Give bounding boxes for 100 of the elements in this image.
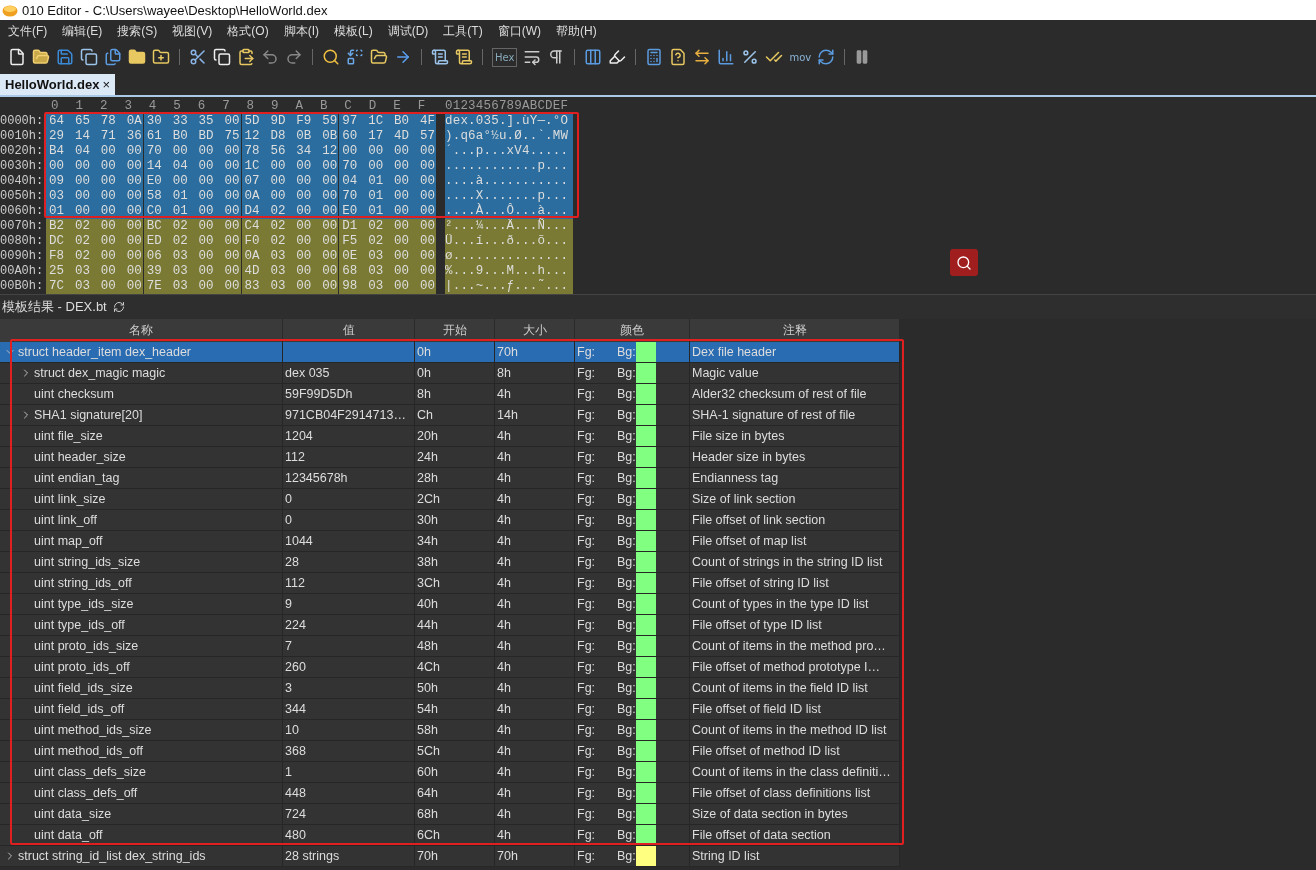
value-cell: 112 <box>283 573 415 593</box>
start-cell: 40h <box>415 594 495 614</box>
template-row[interactable]: SHA1 signature[20] 971CB04F2914713… Ch 14h Fg: Bg: SHA-1 signature of rest of file <box>0 405 900 426</box>
script-icon[interactable] <box>431 48 449 66</box>
value-cell: dex 035 <box>283 363 415 383</box>
template-row[interactable]: struct string_id_list dex_string_ids 28 strings 70h 70h Fg: Bg: String ID list <box>0 846 900 867</box>
template-row[interactable]: uint field_ids_size 3 50h 4h Fg: Bg: Count of items in the field ID list <box>0 678 900 699</box>
fg-label: Fg: <box>577 723 597 737</box>
template-row[interactable]: uint string_ids_off 112 3Ch 4h Fg: Bg: File offset of string ID list <box>0 573 900 594</box>
template-row[interactable]: uint proto_ids_off 260 4Ch 4h Fg: Bg: File offset of method prototype I… <box>0 657 900 678</box>
menu-item[interactable]: 编辑(E) <box>56 22 109 40</box>
close-icon[interactable]: × <box>102 77 110 92</box>
template-row[interactable]: uint field_ids_off 344 54h 4h Fg: Bg: File offset of field ID list <box>0 699 900 720</box>
row-offset: 0060h: <box>0 204 45 219</box>
template-row[interactable]: uint string_ids_size 28 38h 4h Fg: Bg: Count of strings in the string ID list <box>0 552 900 573</box>
hex-bytes: 70 00 00 00 <box>143 144 241 159</box>
template-row[interactable]: struct header_item dex_header 0h 70h Fg: Bg: Dex file header <box>0 342 900 363</box>
compare-arrows-icon[interactable] <box>693 48 712 66</box>
template-row[interactable]: uint map_off 1044 34h 4h Fg: Bg: File offset of map list <box>0 531 900 552</box>
start-cell: 6Ch <box>415 825 495 845</box>
open-folder-icon[interactable] <box>32 48 50 66</box>
percent-icon[interactable] <box>741 48 760 66</box>
template-row[interactable]: uint link_off 0 30h 4h Fg: Bg: File offset of link section <box>0 510 900 531</box>
hex-toggle[interactable]: Hex <box>492 47 518 67</box>
hex-bytes: 0A 00 00 00 <box>241 189 339 204</box>
template-row[interactable]: uint type_ids_off 224 44h 4h Fg: Bg: File offset of type ID list <box>0 615 900 636</box>
comment-cell: Endianness tag <box>690 468 900 488</box>
file-tab[interactable]: HelloWorld.dex × <box>0 74 115 95</box>
menu-item[interactable]: 视图(V) <box>166 22 219 40</box>
value-cell: 59F99D5Dh <box>283 384 415 404</box>
menu-item[interactable]: 文件(F) <box>2 22 54 40</box>
row-offset: 00A0h: <box>0 264 45 279</box>
undo-icon[interactable] <box>261 48 279 66</box>
calculator-icon[interactable] <box>645 48 664 66</box>
redo-icon[interactable] <box>285 48 303 66</box>
bg-label: Bg: <box>617 555 636 569</box>
ascii-text: ).q6a°½u.Ø..`.MW <box>445 129 573 144</box>
highlighter-icon[interactable] <box>608 48 627 66</box>
hex-bytes: 64 65 78 0A <box>46 114 143 129</box>
menu-item[interactable]: 调试(D) <box>381 22 435 40</box>
text-lines-icon[interactable] <box>523 48 542 66</box>
size-cell: 4h <box>495 468 575 488</box>
hex-bytes: 7C 03 00 00 <box>46 279 143 294</box>
menu-item[interactable]: 脚本(I) <box>277 22 325 40</box>
new-file-icon[interactable] <box>8 48 26 66</box>
column-label: 1 <box>75 99 84 114</box>
template-row[interactable]: uint class_defs_size 1 60h 4h Fg: Bg: Count of items in the class definiti… <box>0 762 900 783</box>
value-cell: 0 <box>283 510 415 530</box>
value-cell: 28 <box>283 552 415 572</box>
bg-label: Bg: <box>617 765 636 779</box>
search-icon[interactable] <box>322 48 340 66</box>
histogram-icon[interactable] <box>717 48 736 66</box>
template-row[interactable]: uint data_off 480 6Ch 4h Fg: Bg: File offset of data section <box>0 825 900 846</box>
start-cell: 3Ch <box>415 573 495 593</box>
template-row[interactable]: uint method_ids_size 10 58h 4h Fg: Bg: Count of items in the method ID list <box>0 720 900 741</box>
menu-item[interactable]: 窗口(W) <box>491 22 547 40</box>
size-cell: 4h <box>495 636 575 656</box>
start-cell: 38h <box>415 552 495 572</box>
template-row[interactable]: uint checksum 59F99D5Dh 8h 4h Fg: Bg: Alder32 checksum of rest of file <box>0 384 900 405</box>
size-cell: 4h <box>495 552 575 572</box>
hex-bytes: 0A 03 00 00 <box>241 249 339 264</box>
mov-label[interactable]: mov <box>789 51 812 63</box>
goto-arrow-icon[interactable] <box>394 48 412 66</box>
template-row[interactable]: uint link_size 0 2Ch 4h Fg: Bg: Size of link section <box>0 489 900 510</box>
folder-icon[interactable] <box>128 48 146 66</box>
value-cell: 224 <box>283 615 415 635</box>
menu-item[interactable]: 帮助(H) <box>550 22 603 40</box>
row-offset: 0080h: <box>0 234 45 249</box>
hex-bytes: 00 00 00 00 <box>46 159 143 174</box>
cut-icon[interactable] <box>189 48 207 66</box>
name-cell: uint header_size <box>0 447 283 467</box>
replace-icon[interactable] <box>346 48 364 66</box>
hex-bytes: 4D 03 00 00 <box>241 264 339 279</box>
template-row[interactable]: uint class_defs_off 448 64h 4h Fg: Bg: File offset of class definitions list <box>0 783 900 804</box>
save-icon[interactable] <box>56 48 74 66</box>
template-icon[interactable] <box>455 48 473 66</box>
menu-item[interactable]: 工具(T) <box>437 22 489 40</box>
value-cell: 448 <box>283 783 415 803</box>
template-row[interactable]: uint proto_ids_size 7 48h 4h Fg: Bg: Count of items in the method pro… <box>0 636 900 657</box>
menu-item[interactable]: 模板(L) <box>328 22 379 40</box>
template-row[interactable]: struct dex_magic magic dex 035 0h 8h Fg: Bg: Magic value <box>0 363 900 384</box>
columns-icon[interactable] <box>584 48 603 66</box>
copy-icon[interactable] <box>213 48 231 66</box>
menu-item[interactable]: 搜索(S) <box>111 22 164 40</box>
template-row[interactable]: uint header_size 112 24h 4h Fg: Bg: Header size in bytes <box>0 447 900 468</box>
template-row[interactable]: uint data_size 724 68h 4h Fg: Bg: Size of data section in bytes <box>0 804 900 825</box>
hex-bytes: F5 02 00 00 <box>339 234 436 249</box>
paste-icon[interactable] <box>237 48 255 66</box>
template-row[interactable]: uint method_ids_off 368 5Ch 4h Fg: Bg: File offset of method ID list <box>0 741 900 762</box>
size-cell: 4h <box>495 762 575 782</box>
template-row[interactable]: uint type_ids_size 9 40h 4h Fg: Bg: Count of types in the type ID list <box>0 594 900 615</box>
refresh-icon[interactable] <box>112 301 125 313</box>
menu-item[interactable]: 格式(O) <box>221 22 275 40</box>
template-row[interactable]: uint file_size 1204 20h 4h Fg: Bg: File size in bytes <box>0 426 900 447</box>
value-cell: 724 <box>283 804 415 824</box>
search-button[interactable] <box>950 249 978 276</box>
file-question-icon[interactable] <box>669 48 688 66</box>
panel-title: 模板结果 - DEX.bt <box>2 298 107 316</box>
template-row[interactable]: uint endian_tag 12345678h 28h 4h Fg: Bg: Endianness tag <box>0 468 900 489</box>
bg-label: Bg: <box>617 849 636 863</box>
